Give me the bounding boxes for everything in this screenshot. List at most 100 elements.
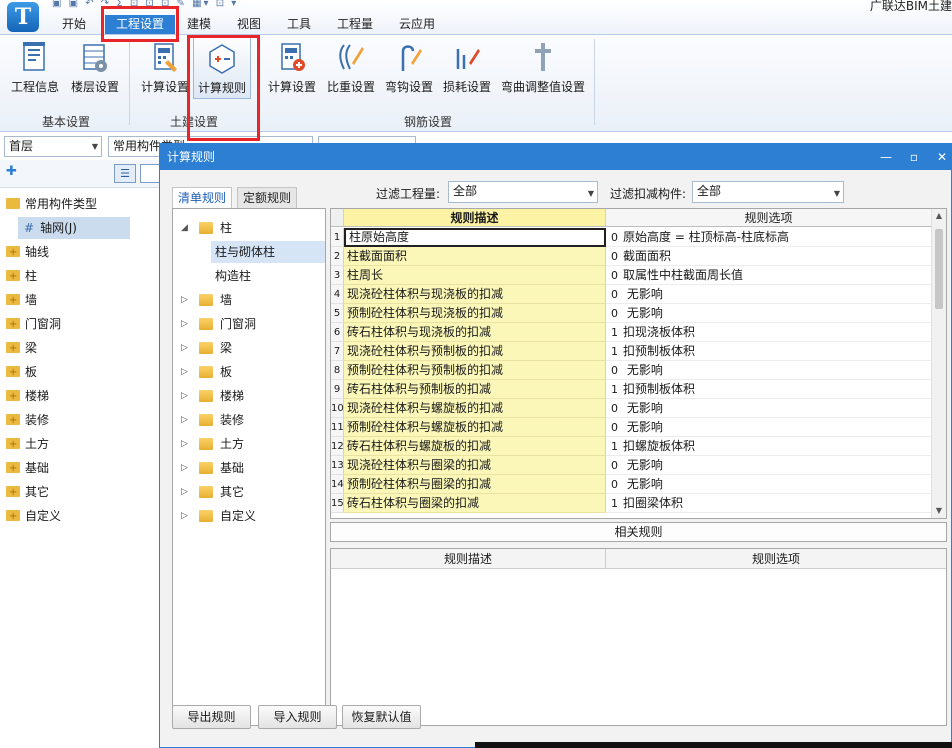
tree-item[interactable]: 楼梯 <box>6 385 49 408</box>
tree-item[interactable]: 自定义 <box>6 505 61 528</box>
tree-item[interactable]: 轴线 <box>6 241 49 264</box>
tree-node[interactable]: ▷ 梁 <box>173 337 325 359</box>
table-row[interactable]: 5 预制砼柱体积与现浇板的扣减 0 无影响 <box>331 304 932 323</box>
rule-desc-cell[interactable]: 柱截面面积 <box>344 247 606 266</box>
tree-item[interactable]: 板 <box>6 361 37 384</box>
table-row[interactable]: 2 柱截面面积 0 截面面积 <box>331 247 932 266</box>
tab-start[interactable]: 开始 <box>46 15 102 34</box>
table-row[interactable]: 1 柱原始高度 0 原始高度 = 柱顶标高-柱底标高 <box>331 228 932 247</box>
tree-item[interactable]: 装修 <box>6 409 49 432</box>
tab-cloud-apps[interactable]: 云应用 <box>392 15 442 34</box>
expand-icon[interactable]: ▷ <box>181 361 188 383</box>
rule-option-cell[interactable]: 1 扣预制板体积 <box>606 342 932 361</box>
minimize-icon[interactable]: — <box>877 144 895 170</box>
rule-option-cell[interactable]: 0 无影响 <box>606 304 932 323</box>
expand-icon[interactable]: ▷ <box>181 505 188 527</box>
tree-node-column-masonry[interactable]: 柱与砌体柱 <box>211 241 325 263</box>
table-row[interactable]: 11 预制砼柱体积与螺旋板的扣减 0 无影响 <box>331 418 932 437</box>
expand-icon[interactable]: ▷ <box>181 481 188 503</box>
table-row[interactable]: 8 预制砼柱体积与预制板的扣减 0 无影响 <box>331 361 932 380</box>
collapse-icon[interactable]: ◢ <box>181 217 188 239</box>
rule-desc-cell[interactable]: 预制砼柱体积与圈梁的扣减 <box>344 475 606 494</box>
rule-option-cell[interactable]: 0 取属性中柱截面周长值 <box>606 266 932 285</box>
table-row[interactable]: 10 现浇砼柱体积与螺旋板的扣减 0 无影响 <box>331 399 932 418</box>
table-row[interactable]: 15 砖石柱体积与圈梁的扣减 1 扣圈梁体积 <box>331 494 932 513</box>
tree-node[interactable]: ▷ 楼梯 <box>173 385 325 407</box>
expand-icon[interactable]: ▷ <box>181 385 188 407</box>
rule-desc-cell[interactable]: 现浇砼柱体积与现浇板的扣减 <box>344 285 606 304</box>
rebar-calc-settings-button[interactable]: 计算设置 <box>263 35 321 115</box>
floor-select[interactable]: 首层 ▼ <box>4 136 102 157</box>
expand-icon[interactable]: ▷ <box>181 313 188 335</box>
list-view-icon[interactable]: ☰ <box>114 164 136 183</box>
maximize-icon[interactable]: ▫ <box>905 144 923 170</box>
civil-calc-settings-button[interactable]: 计算设置 <box>136 35 194 115</box>
grid-view-icon[interactable] <box>140 164 160 183</box>
rule-desc-cell[interactable]: 预制砼柱体积与螺旋板的扣减 <box>344 418 606 437</box>
app-logo-icon[interactable]: T <box>7 2 39 32</box>
rule-desc-cell[interactable]: 现浇砼柱体积与螺旋板的扣减 <box>344 399 606 418</box>
rule-option-cell[interactable]: 1 扣圈梁体积 <box>606 494 932 513</box>
tree-node[interactable]: ▷ 板 <box>173 361 325 383</box>
tree-item[interactable]: 梁 <box>6 337 37 360</box>
tree-node[interactable]: ▷ 土方 <box>173 433 325 455</box>
tree-item-axis-grid[interactable]: # 轴网(J) <box>18 217 130 239</box>
tree-node[interactable]: ▷ 自定义 <box>173 505 325 527</box>
tab-project-settings[interactable]: 工程设置 <box>105 15 175 34</box>
dialog-title-bar[interactable]: 计算规则 <box>160 144 951 170</box>
related-rules-bar[interactable]: 相关规则 <box>330 522 947 542</box>
rule-desc-cell[interactable]: 预制砼柱体积与现浇板的扣减 <box>344 304 606 323</box>
tree-item[interactable]: 基础 <box>6 457 49 480</box>
close-icon[interactable]: ✕ <box>933 144 951 170</box>
tree-item[interactable]: 土方 <box>6 433 49 456</box>
tree-node[interactable]: ▷ 其它 <box>173 481 325 503</box>
rule-desc-cell[interactable]: 柱原始高度 <box>344 228 606 247</box>
tree-item[interactable]: 柱 <box>6 265 37 288</box>
export-rules-button[interactable]: 导出规则 <box>172 705 251 729</box>
rule-desc-cell[interactable]: 砖石柱体积与预制板的扣减 <box>344 380 606 399</box>
rule-option-cell[interactable]: 0 无影响 <box>606 418 932 437</box>
filter-deduct-select[interactable]: 全部 ▼ <box>692 181 844 203</box>
tree-node-constructional-column[interactable]: 构造柱 <box>211 265 325 287</box>
tree-node[interactable]: ▷ 墙 <box>173 289 325 311</box>
scroll-thumb[interactable] <box>935 229 943 309</box>
rule-option-cell[interactable]: 0 无影响 <box>606 456 932 475</box>
rule-desc-cell[interactable]: 现浇砼柱体积与预制板的扣减 <box>344 342 606 361</box>
rule-desc-cell[interactable]: 现浇砼柱体积与圈梁的扣减 <box>344 456 606 475</box>
project-info-button[interactable]: 工程信息 <box>6 35 64 115</box>
tree-item[interactable]: 其它 <box>6 481 49 504</box>
restore-defaults-button[interactable]: 恢复默认值 <box>342 705 421 729</box>
grid-header-option[interactable]: 规则选项 <box>606 209 932 227</box>
filter-qty-select[interactable]: 全部 ▼ <box>448 181 598 203</box>
rule-desc-cell[interactable]: 砖石柱体积与圈梁的扣减 <box>344 494 606 513</box>
table-row[interactable]: 12 砖石柱体积与螺旋板的扣减 1 扣螺旋板体积 <box>331 437 932 456</box>
loss-settings-button[interactable]: 损耗设置 <box>438 35 496 115</box>
tab-tools[interactable]: 工具 <box>279 15 319 34</box>
calc-rules-button[interactable]: 计算规则 <box>193 37 251 99</box>
rule-option-cell[interactable]: 1 扣预制板体积 <box>606 380 932 399</box>
tab-quota-rules[interactable]: 定额规则 <box>237 187 297 209</box>
table-row[interactable]: 4 现浇砼柱体积与现浇板的扣减 0 无影响 <box>331 285 932 304</box>
tab-modeling[interactable]: 建模 <box>178 15 220 34</box>
tab-quantities[interactable]: 工程量 <box>330 15 380 34</box>
hook-settings-button[interactable]: 弯钩设置 <box>380 35 438 115</box>
tree-node[interactable]: ▷ 门窗洞 <box>173 313 325 335</box>
quick-access-toolbar[interactable]: ▣ ▣ ↶ ↷ Σ ⊡ ⊡ ⊡ ✎ ▦▾ ⊡ ▾ <box>52 0 238 10</box>
rule-option-cell[interactable]: 0 无影响 <box>606 399 932 418</box>
table-row[interactable]: 13 现浇砼柱体积与圈梁的扣减 0 无影响 <box>331 456 932 475</box>
scroll-up-icon[interactable]: ▲ <box>932 209 946 223</box>
table-row[interactable]: 6 砖石柱体积与现浇板的扣减 1 扣现浇板体积 <box>331 323 932 342</box>
expand-icon[interactable]: ▷ <box>181 457 188 479</box>
tab-list-rules[interactable]: 清单规则 <box>172 187 232 209</box>
rule-option-cell[interactable]: 0 截面面积 <box>606 247 932 266</box>
rule-desc-cell[interactable]: 预制砼柱体积与预制板的扣减 <box>344 361 606 380</box>
tree-item[interactable]: 墙 <box>6 289 37 312</box>
scroll-down-icon[interactable]: ▼ <box>932 504 946 518</box>
table-row[interactable]: 7 现浇砼柱体积与预制板的扣减 1 扣预制板体积 <box>331 342 932 361</box>
rule-desc-cell[interactable]: 砖石柱体积与现浇板的扣减 <box>344 323 606 342</box>
expand-icon[interactable]: ▷ <box>181 433 188 455</box>
table-row[interactable]: 14 预制砼柱体积与圈梁的扣减 0 无影响 <box>331 475 932 494</box>
tree-item[interactable]: 门窗洞 <box>6 313 61 336</box>
rule-option-cell[interactable]: 0 无影响 <box>606 475 932 494</box>
grid-header-desc[interactable]: 规则描述 <box>344 209 606 227</box>
